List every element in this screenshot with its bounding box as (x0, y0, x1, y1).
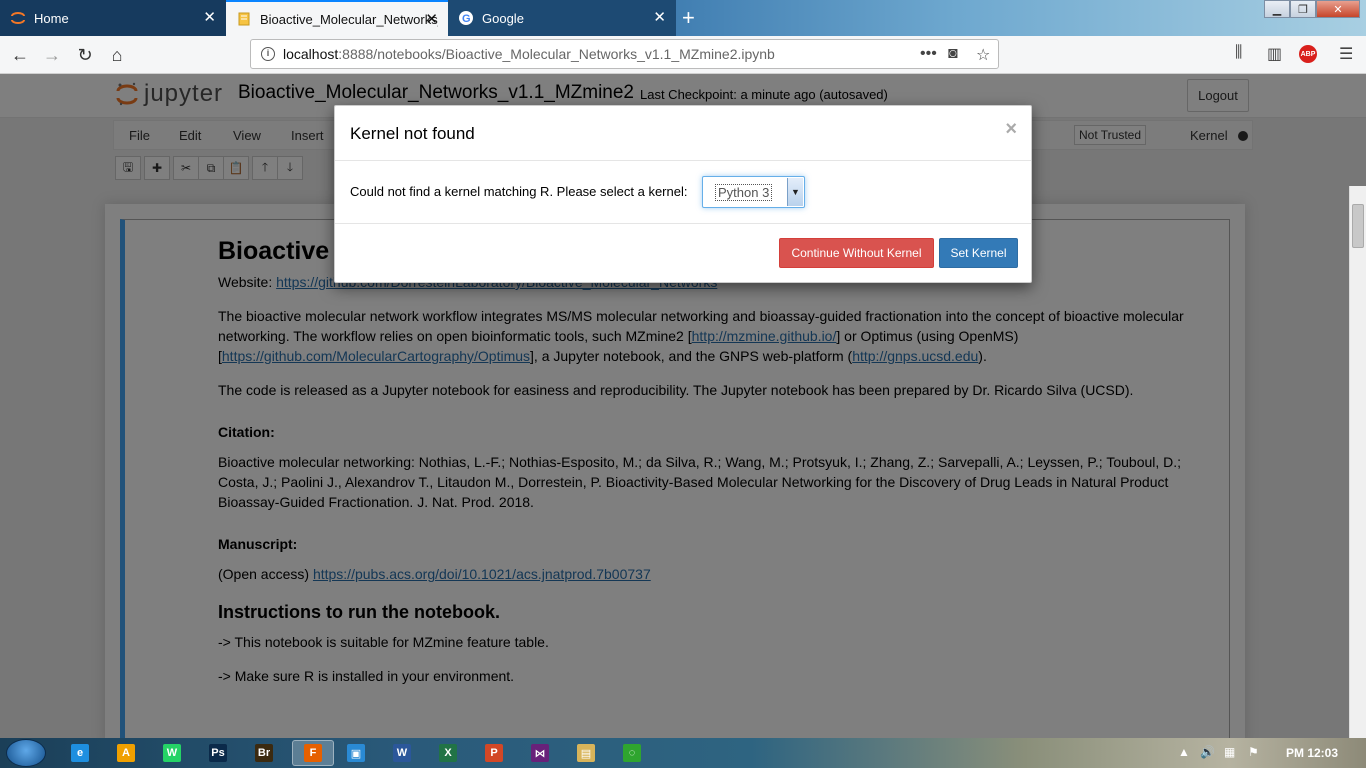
set-kernel-button[interactable]: Set Kernel (939, 238, 1018, 268)
back-icon[interactable]: ← (8, 43, 32, 67)
windows-taskbar: e A W Ps Br F ▣ W X P ⋈ ▤ ◌ ▲ 🔊 ▦ ⚑ PM 12:03 (0, 738, 1366, 768)
modal-header: Kernel not found × (335, 106, 1031, 161)
taskbar-explorer-button[interactable]: ▤ (568, 740, 604, 766)
scrollbar-thumb[interactable] (1352, 204, 1364, 248)
network-icon[interactable]: ▦ (1224, 745, 1235, 759)
kernel-not-found-dialog: Kernel not found × Could not find a kern… (334, 105, 1032, 283)
notebook-icon (238, 12, 250, 26)
pocket-icon[interactable]: ◙ (948, 45, 958, 63)
close-window-icon[interactable]: ✕ (1316, 0, 1360, 18)
excel-icon: X (439, 744, 457, 762)
browser-tab-bar: Home ✕ Bioactive_Molecular_Networks_ ✕ G… (0, 0, 1366, 36)
reload-icon[interactable]: ↻ (73, 43, 97, 67)
kernel-select[interactable]: Python 3 ▼ (702, 176, 805, 208)
explorer-icon: ▤ (577, 744, 595, 762)
taskbar-screen-button[interactable]: ▣ (338, 740, 374, 766)
forward-icon[interactable]: → (40, 43, 64, 67)
info-icon[interactable]: i (261, 47, 275, 61)
menu-icon[interactable]: ☰ (1339, 44, 1353, 64)
taskbar-firefox-button[interactable]: F (292, 740, 334, 766)
close-icon[interactable]: ✕ (203, 10, 216, 25)
bridge-icon: Br (255, 744, 273, 762)
browser-nav-bar: ← → ↻ ⌂ i localhost:8888/notebooks/Bioac… (0, 36, 1366, 74)
continue-without-kernel-button[interactable]: Continue Without Kernel (779, 238, 934, 268)
avast-icon: A (117, 744, 135, 762)
taskbar-word-button[interactable]: W (384, 740, 420, 766)
taskbar-clock[interactable]: PM 12:03 (1286, 746, 1338, 760)
modal-body: Could not find a kernel matching R. Plea… (335, 161, 1031, 224)
url-path: :8888/notebooks/Bioactive_Molecular_Netw… (338, 46, 775, 62)
window-controls: ▁ ❐ ✕ (1264, 0, 1360, 18)
photoshop-icon: Ps (209, 744, 227, 762)
taskbar-avast-button[interactable]: A (108, 740, 144, 766)
tab-home[interactable]: Home ✕ (0, 0, 226, 36)
url-bar[interactable]: i localhost:8888/notebooks/Bioactive_Mol… (250, 39, 999, 69)
new-tab-icon[interactable]: + (682, 5, 695, 31)
sidebar-icon[interactable]: ▥ (1267, 44, 1282, 64)
url-text: localhost:8888/notebooks/Bioactive_Molec… (283, 46, 775, 62)
chevron-down-icon[interactable]: ▼ (787, 178, 803, 206)
powerpoint-icon: P (485, 744, 503, 762)
taskbar-whatsapp-button[interactable]: W (154, 740, 190, 766)
jupyter-icon (11, 12, 25, 24)
tray-arrow-icon[interactable]: ▲ (1178, 745, 1190, 759)
tab-label: Home (34, 10, 69, 26)
firefox-icon: F (304, 744, 322, 762)
tab-notebook[interactable]: Bioactive_Molecular_Networks_ ✕ (226, 0, 448, 36)
google-icon: G (459, 11, 473, 25)
bookmark-star-icon[interactable]: ☆ (976, 45, 990, 65)
volume-icon[interactable]: 🔊 (1200, 745, 1215, 759)
word-icon: W (393, 744, 411, 762)
maximize-icon[interactable]: ❐ (1290, 0, 1316, 18)
tab-label: Google (482, 10, 524, 26)
url-host: localhost (283, 46, 339, 62)
kernel-select-value: Python 3 (715, 184, 773, 201)
taskbar-excel-button[interactable]: X (430, 740, 466, 766)
close-icon[interactable]: × (1005, 118, 1017, 141)
action-center-icon[interactable]: ⚑ (1248, 745, 1259, 759)
modal-message: Could not find a kernel matching R. Plea… (350, 184, 688, 199)
svg-text:G: G (462, 13, 471, 25)
modal-title: Kernel not found (350, 124, 475, 143)
tab-google[interactable]: G Google ✕ (448, 0, 676, 36)
whatsapp-icon: W (163, 744, 181, 762)
taskbar-bridge-button[interactable]: Br (246, 740, 282, 766)
ie-icon: e (71, 744, 89, 762)
taskbar-vs-button[interactable]: ⋈ (522, 740, 558, 766)
taskbar-powerpoint-button[interactable]: P (476, 740, 512, 766)
start-button[interactable] (6, 739, 46, 767)
more-icon[interactable]: ••• (920, 45, 937, 63)
close-icon[interactable]: ✕ (653, 10, 666, 25)
home-icon[interactable]: ⌂ (105, 43, 129, 67)
page-scrollbar[interactable] (1349, 186, 1366, 738)
taskbar-ie-button[interactable]: e (62, 740, 98, 766)
close-icon[interactable]: ✕ (425, 12, 438, 27)
library-icon[interactable]: ⫼ (1235, 44, 1242, 62)
taskbar-photoshop-button[interactable]: Ps (200, 740, 236, 766)
screen-icon: ▣ (347, 744, 365, 762)
loader-icon: ◌ (623, 744, 641, 762)
taskbar-loader-button[interactable]: ◌ (614, 740, 650, 766)
minimize-icon[interactable]: ▁ (1264, 0, 1290, 18)
tab-label: Bioactive_Molecular_Networks_ (260, 11, 438, 27)
vs-icon: ⋈ (531, 744, 549, 762)
adblock-icon[interactable]: ABP (1299, 45, 1317, 63)
